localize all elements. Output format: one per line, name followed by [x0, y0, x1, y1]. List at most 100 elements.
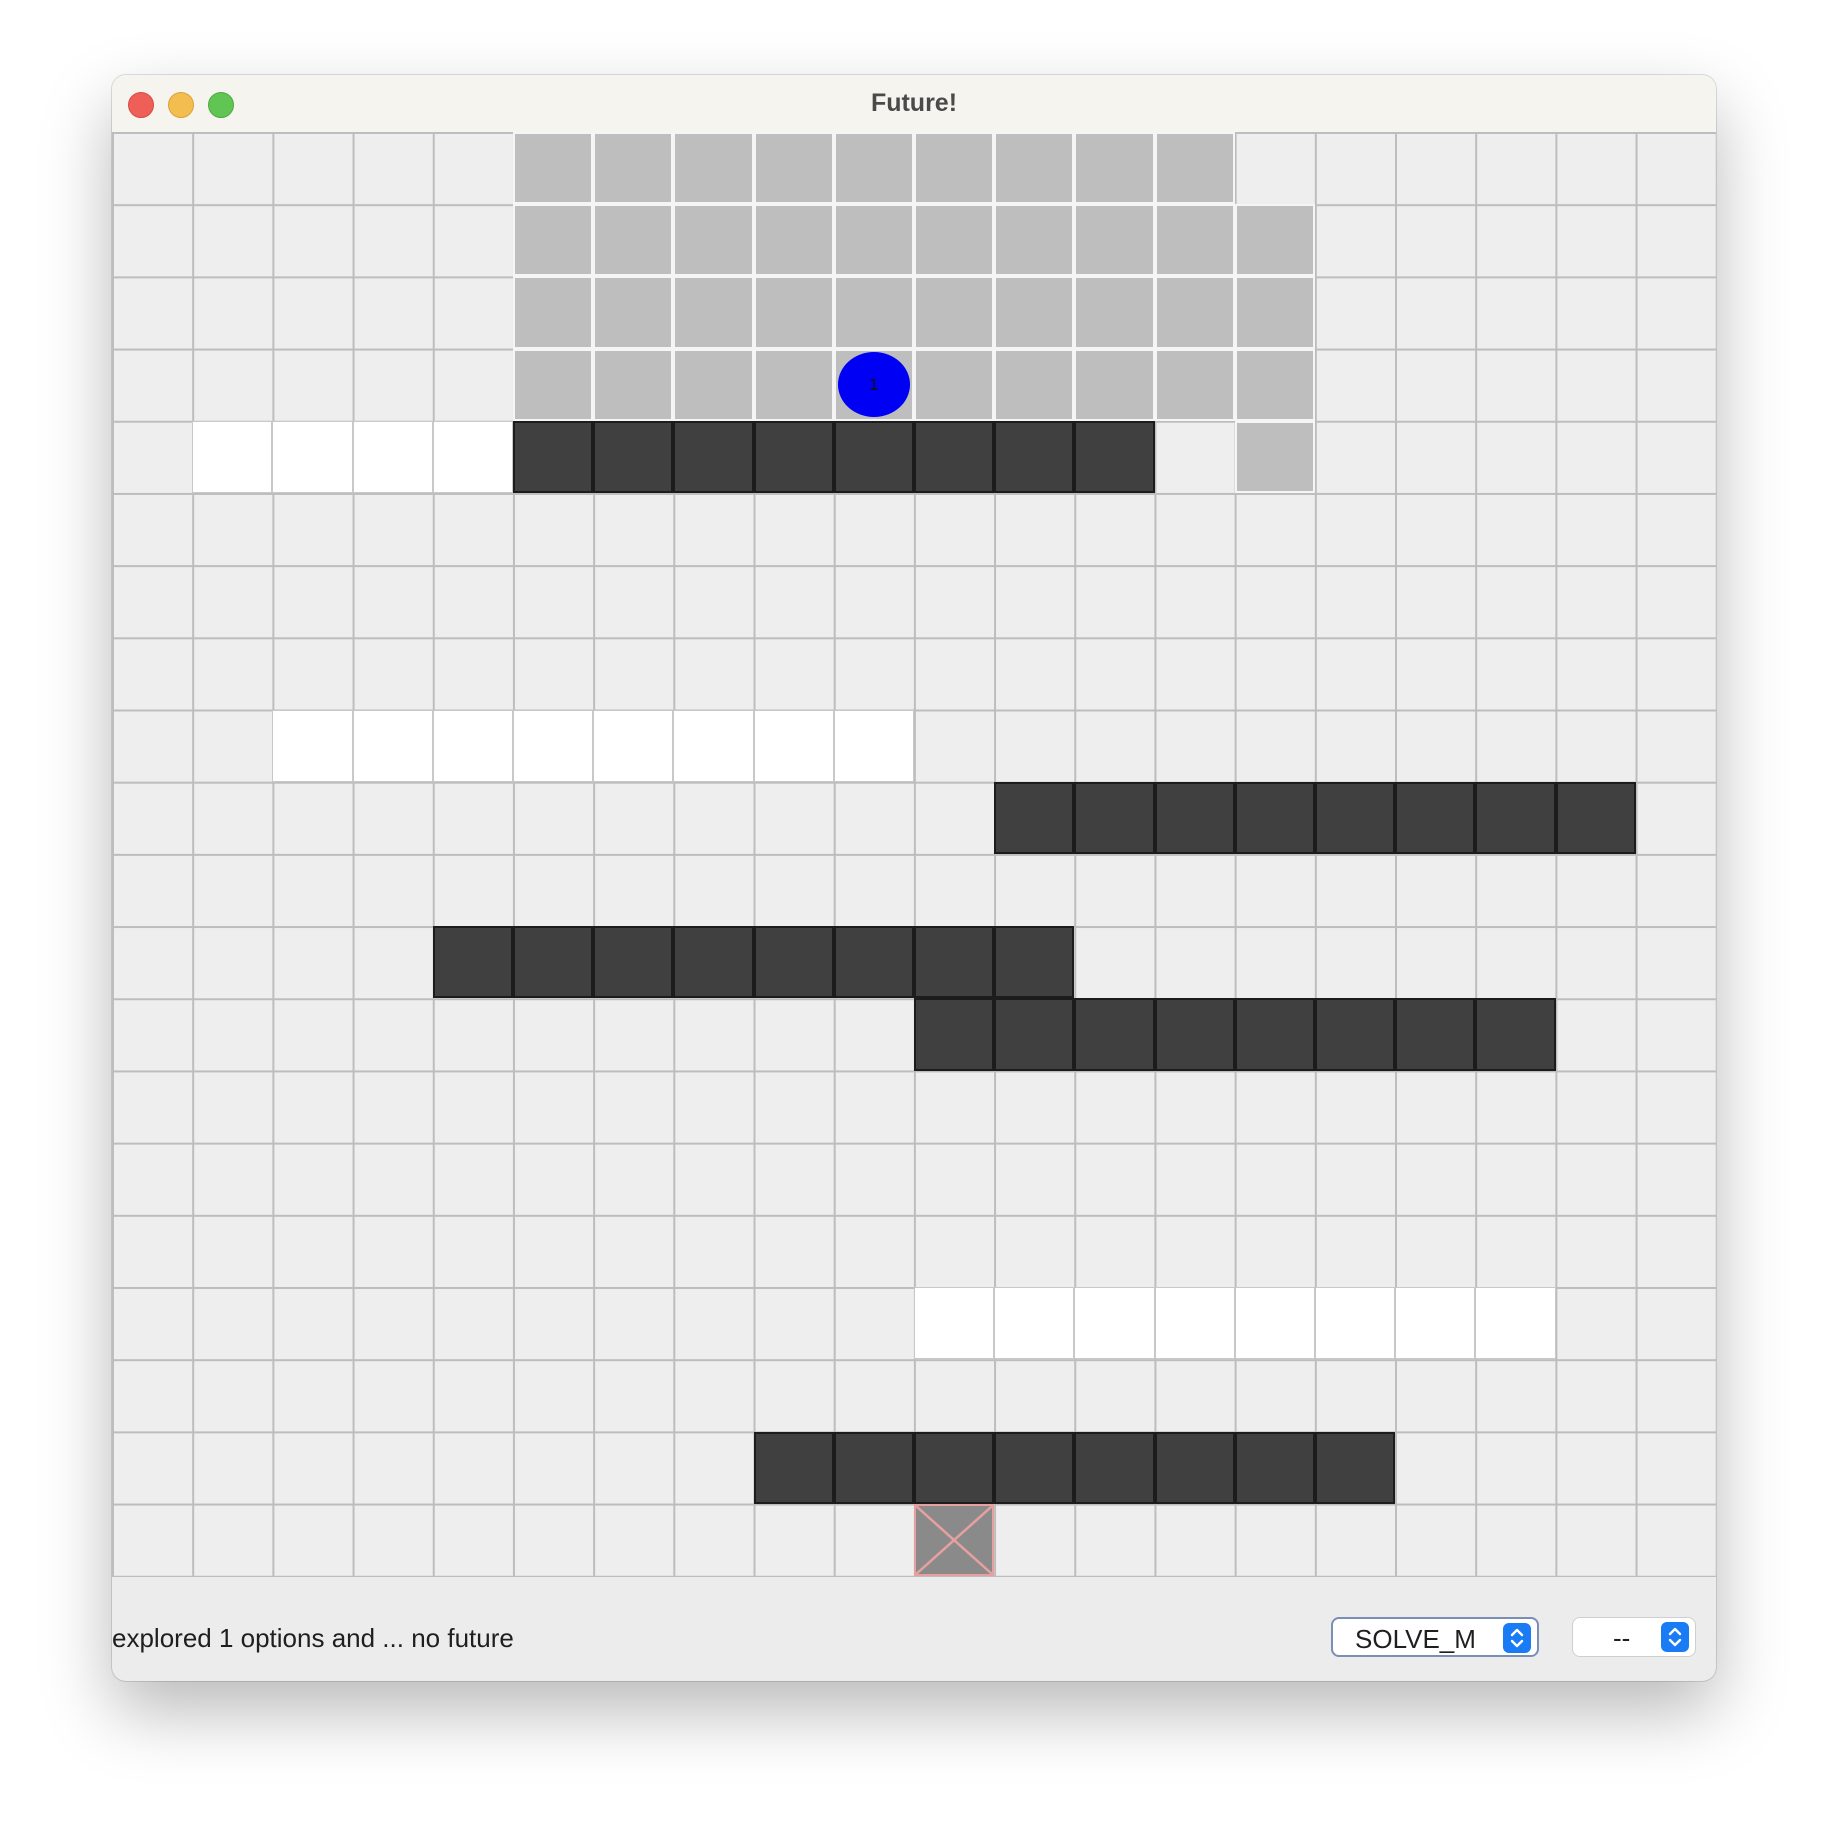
white-platform-tile [1154, 1287, 1235, 1360]
white-platform-tile [272, 709, 353, 782]
white-platform-tile [994, 1287, 1075, 1360]
speed-select-chevron-icon [1661, 1622, 1689, 1652]
goal-tile [914, 1503, 995, 1576]
wall-tile [1154, 781, 1235, 854]
speed-select[interactable]: -- [1572, 1617, 1696, 1657]
visited-tile [513, 204, 594, 277]
visited-tile [1154, 204, 1235, 277]
visited-tile [513, 348, 594, 421]
white-platform-tile [272, 420, 353, 493]
wall-tile [513, 926, 594, 999]
wall-tile [1074, 781, 1155, 854]
game-board[interactable]: 1 [112, 132, 1716, 1577]
wall-tile [753, 1431, 834, 1504]
wall-tile [1154, 998, 1235, 1071]
wall-tile [753, 926, 834, 999]
mode-select[interactable]: SOLVE_M [1331, 1617, 1539, 1657]
wall-tile [1234, 781, 1315, 854]
visited-tile [673, 132, 754, 205]
visited-tile [673, 348, 754, 421]
white-platform-tile [833, 709, 914, 782]
wall-tile [914, 998, 995, 1071]
visited-tile [833, 276, 914, 349]
wall-tile [914, 926, 995, 999]
white-platform-tile [352, 709, 433, 782]
wall-tile [833, 926, 914, 999]
visited-tile [593, 204, 674, 277]
wall-tile [1154, 1431, 1235, 1504]
visited-tile [1154, 348, 1235, 421]
title-bar[interactable]: Future! [112, 75, 1716, 133]
wall-tile [673, 420, 754, 493]
wall-tile [1475, 998, 1556, 1071]
wall-tile [994, 926, 1075, 999]
wall-tile [914, 1431, 995, 1504]
wall-tile [1475, 781, 1556, 854]
white-platform-tile [593, 709, 674, 782]
visited-tile [1234, 276, 1315, 349]
visited-tile [994, 276, 1075, 349]
visited-tile [1154, 132, 1235, 205]
white-platform-tile [1475, 1287, 1556, 1360]
white-platform-tile [432, 420, 513, 493]
visited-tile [593, 276, 674, 349]
visited-tile [753, 348, 834, 421]
wall-tile [1234, 1431, 1315, 1504]
visited-tile [1234, 348, 1315, 421]
visited-tile [994, 132, 1075, 205]
wall-tile [914, 420, 995, 493]
wall-tile [1315, 1431, 1396, 1504]
app-window: Future! 1 explored 1 options and ... no … [112, 75, 1716, 1681]
visited-tile [1074, 132, 1155, 205]
visited-tile [1154, 276, 1235, 349]
wall-tile [994, 998, 1075, 1071]
wall-tile [1074, 1431, 1155, 1504]
white-platform-tile [1074, 1287, 1155, 1360]
wall-tile [673, 926, 754, 999]
wall-tile [593, 926, 674, 999]
visited-tile [513, 132, 594, 205]
visited-tile [1074, 348, 1155, 421]
wall-tile [994, 1431, 1075, 1504]
wall-tile [994, 420, 1075, 493]
white-platform-tile [1315, 1287, 1396, 1360]
status-message: explored 1 options and ... no future [112, 1623, 514, 1653]
wall-tile [833, 1431, 914, 1504]
white-platform-tile [432, 709, 513, 782]
visited-tile [593, 132, 674, 205]
wall-tile [593, 420, 674, 493]
visited-tile [994, 348, 1075, 421]
wall-tile [513, 420, 594, 493]
visited-tile [1234, 204, 1315, 277]
visited-tile [994, 204, 1075, 277]
white-platform-tile [192, 420, 273, 493]
visited-tile [513, 276, 594, 349]
visited-tile [914, 132, 995, 205]
goal-cross-icon [916, 1506, 992, 1574]
wall-tile [1395, 781, 1476, 854]
visited-tile [673, 276, 754, 349]
window-title: Future! [870, 89, 958, 117]
wall-tile [1234, 998, 1315, 1071]
white-platform-tile [352, 420, 433, 493]
white-platform-tile [1395, 1287, 1476, 1360]
wall-tile [1315, 998, 1396, 1071]
wall-tile [1074, 420, 1155, 493]
visited-tile [914, 276, 995, 349]
visited-tile [753, 132, 834, 205]
visited-tile [673, 204, 754, 277]
wall-tile [1555, 781, 1636, 854]
wall-tile [1395, 998, 1476, 1071]
agent-label: 1 [869, 374, 879, 394]
wall-tile [432, 926, 513, 999]
visited-tile [914, 348, 995, 421]
visited-tile [833, 132, 914, 205]
mode-select-value: SOLVE_M [1355, 1624, 1476, 1654]
visited-tile [914, 204, 995, 277]
visited-tile [1234, 420, 1315, 493]
wall-tile [994, 781, 1075, 854]
white-platform-tile [914, 1287, 995, 1360]
white-platform-tile [1234, 1287, 1315, 1360]
visited-tile [753, 276, 834, 349]
agent-token[interactable]: 1 [837, 352, 910, 418]
